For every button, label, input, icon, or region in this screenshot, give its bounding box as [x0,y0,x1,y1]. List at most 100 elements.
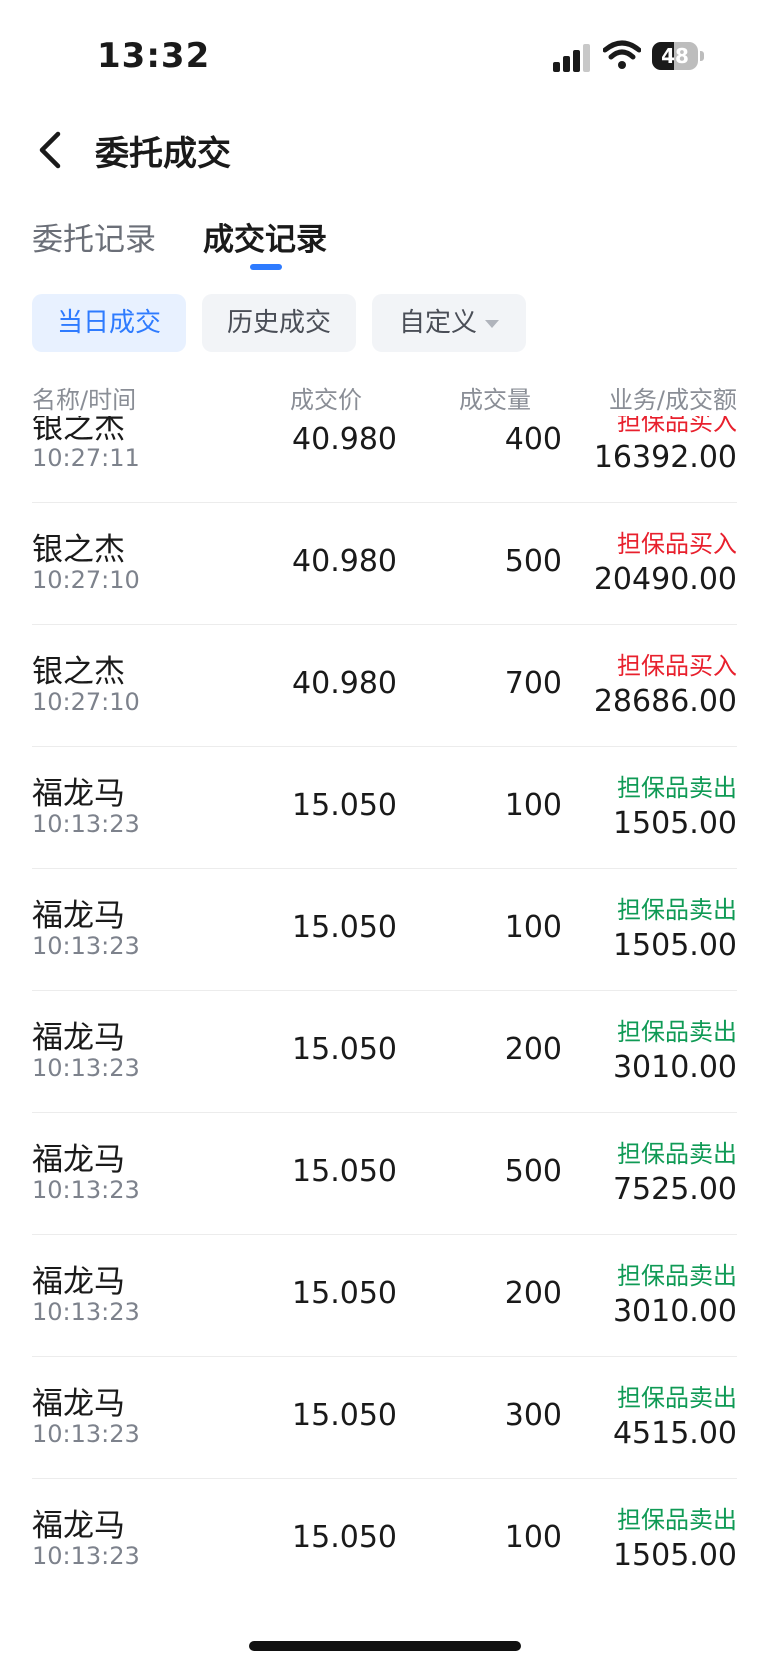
chevron-left-icon[interactable] [32,128,72,172]
business-type: 担保品卖出 [617,1018,737,1046]
trade-quantity: 100 [504,910,562,945]
trade-price: 15.050 [292,1398,397,1433]
trade-amount: 3010.00 [612,1050,737,1085]
header-biz-amount: 业务/成交额 [608,386,737,414]
stock-name: 福龙马 [32,1020,125,1056]
trade-quantity: 100 [504,1520,562,1555]
trade-amount: 16392.00 [593,440,737,475]
cellular-signal-icon [553,44,590,72]
trade-time: 10:13:23 [32,1298,140,1326]
filter-custom-label: 自定义 [398,308,477,338]
business-type: 担保品买入 [617,652,737,680]
business-type: 担保品买入 [617,530,737,558]
page-title: 委托成交 [95,134,231,174]
trade-quantity: 400 [504,422,562,457]
trade-amount: 20490.00 [593,562,737,597]
trade-amount: 1505.00 [612,1538,737,1573]
table-row[interactable]: 福龙马 10:13:23 15.050 200 担保品卖出 3010.00 [32,990,737,1113]
trade-time: 10:13:23 [32,810,140,838]
trade-amount: 7525.00 [612,1172,737,1207]
stock-name: 福龙马 [32,776,125,812]
trade-price: 15.050 [292,1276,397,1311]
trade-amount: 28686.00 [593,684,737,719]
table-row[interactable]: 福龙马 10:13:23 15.050 300 担保品卖出 4515.00 [32,1356,737,1479]
trade-time: 10:13:23 [32,932,140,960]
table-row[interactable]: 福龙马 10:13:23 15.050 100 担保品卖出 1505.00 [32,1478,737,1596]
table-row[interactable]: 福龙马 10:13:23 15.050 100 担保品卖出 1505.00 [32,746,737,869]
table-row[interactable]: 银之杰 10:27:10 40.980 500 担保品买入 20490.00 [32,502,737,625]
business-type: 担保品买入 [617,416,737,436]
trade-time: 10:27:10 [32,688,140,716]
business-type: 担保品卖出 [617,1384,737,1412]
tab-active-indicator [250,264,282,270]
status-time: 13:32 [97,36,211,76]
trade-quantity: 200 [504,1032,562,1067]
trade-quantity: 500 [504,1154,562,1189]
filter-custom-dropdown[interactable]: 自定义 [372,294,526,352]
trade-amount: 4515.00 [612,1416,737,1451]
filter-today[interactable]: 当日成交 [32,294,186,352]
stock-name: 福龙马 [32,1264,125,1300]
filter-bar: 当日成交 历史成交 自定义 [0,294,769,354]
business-type: 担保品卖出 [617,774,737,802]
table-row[interactable]: 银之杰 10:27:11 40.980 400 担保品买入 16392.00 [32,416,737,503]
header-price: 成交价 [290,386,362,414]
battery-level: 48 [661,44,689,68]
table-header: 名称/时间 成交价 成交量 业务/成交额 [0,376,769,416]
trade-price: 40.980 [292,666,397,701]
trade-time: 10:13:23 [32,1420,140,1448]
trade-time: 10:13:23 [32,1054,140,1082]
tab-order-records[interactable]: 委托记录 [32,214,156,259]
stock-name: 银之杰 [32,654,125,690]
table-row[interactable]: 福龙马 10:13:23 15.050 100 担保品卖出 1505.00 [32,868,737,991]
header-name-time: 名称/时间 [32,386,137,414]
caret-down-icon [485,319,499,328]
battery-body: 48 [652,42,698,70]
trade-quantity: 100 [504,788,562,823]
home-indicator [249,1641,521,1651]
business-type: 担保品卖出 [617,1506,737,1534]
wifi-icon [603,40,641,69]
business-type: 担保品卖出 [617,1262,737,1290]
trade-quantity: 500 [504,544,562,579]
business-type: 担保品卖出 [617,1140,737,1168]
filter-today-label: 当日成交 [56,308,161,338]
trade-amount: 1505.00 [612,806,737,841]
trade-price: 15.050 [292,1154,397,1189]
filter-history-label: 历史成交 [226,308,331,338]
trade-quantity: 700 [504,666,562,701]
tab-trade-records[interactable]: 成交记录 [203,214,327,259]
table-row[interactable]: 福龙马 10:13:23 15.050 200 担保品卖出 3010.00 [32,1234,737,1357]
trade-time: 10:13:23 [32,1542,140,1570]
trade-price: 40.980 [292,544,397,579]
trade-list[interactable]: 银之杰 10:27:11 40.980 400 担保品买入 16392.00 银之杰 10:2… [0,416,769,1596]
trade-time: 10:13:23 [32,1176,140,1204]
trade-time: 10:27:11 [32,444,140,472]
trade-price: 40.980 [292,422,397,457]
business-type: 担保品卖出 [617,896,737,924]
stock-name: 银之杰 [32,416,125,446]
trade-time: 10:27:10 [32,566,140,594]
trade-quantity: 200 [504,1276,562,1311]
trade-amount: 1505.00 [612,928,737,963]
trade-quantity: 300 [504,1398,562,1433]
status-bar: 13:32 48 [0,0,769,110]
trade-price: 15.050 [292,1032,397,1067]
trade-price: 15.050 [292,1520,397,1555]
filter-history[interactable]: 历史成交 [202,294,356,352]
trade-amount: 3010.00 [612,1294,737,1329]
stock-name: 福龙马 [32,898,125,934]
battery-icon: 48 [652,42,704,70]
header-qty: 成交量 [459,386,531,414]
trade-price: 15.050 [292,788,397,823]
tab-bar: 委托记录 成交记录 [0,208,769,278]
stock-name: 福龙马 [32,1386,125,1422]
stock-name: 福龙马 [32,1508,125,1544]
trade-price: 15.050 [292,910,397,945]
table-row[interactable]: 银之杰 10:27:10 40.980 700 担保品买入 28686.00 [32,624,737,747]
table-row[interactable]: 福龙马 10:13:23 15.050 500 担保品卖出 7525.00 [32,1112,737,1235]
stock-name: 福龙马 [32,1142,125,1178]
nav-bar: 委托成交 [0,110,769,190]
battery-cap [700,51,704,61]
stock-name: 银之杰 [32,532,125,568]
